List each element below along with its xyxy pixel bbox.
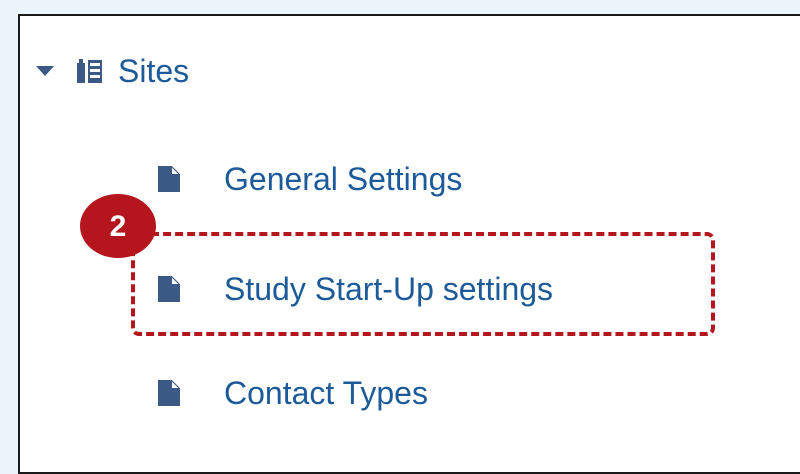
step-badge: 2 <box>80 194 156 258</box>
document-icon <box>158 166 180 192</box>
sites-icon <box>77 59 102 83</box>
tree-item-label[interactable]: General Settings <box>224 163 462 195</box>
caret-down-icon[interactable] <box>36 66 54 76</box>
document-icon <box>158 380 180 406</box>
tree-node-label[interactable]: Sites <box>118 55 189 87</box>
tree-item-general-settings[interactable]: General Settings <box>158 154 462 204</box>
highlight-box <box>131 232 715 336</box>
tree-item-label[interactable]: Contact Types <box>224 377 428 409</box>
tree-item-contact-types[interactable]: Contact Types <box>158 368 428 418</box>
tree-node-sites[interactable]: Sites <box>36 46 189 96</box>
